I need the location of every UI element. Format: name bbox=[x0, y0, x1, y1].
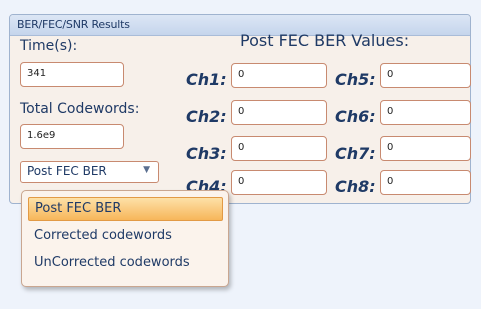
total-codewords-field[interactable]: 1.6e9 bbox=[20, 124, 124, 149]
ch2-field[interactable]: 0 bbox=[231, 100, 327, 125]
time-field[interactable]: 341 bbox=[20, 62, 124, 87]
ch5-field[interactable]: 0 bbox=[380, 63, 471, 88]
ch7-field[interactable]: 0 bbox=[380, 136, 471, 161]
ch6-field[interactable]: 0 bbox=[380, 100, 471, 125]
ch3-label: Ch3: bbox=[186, 144, 227, 163]
ch2-label: Ch2: bbox=[186, 107, 227, 126]
panel-title: BER/FEC/SNR Results bbox=[17, 18, 130, 31]
dropdown-option-post-fec-ber[interactable]: Post FEC BER bbox=[28, 197, 223, 221]
ch1-field[interactable]: 0 bbox=[231, 63, 327, 88]
ch6-label: Ch6: bbox=[335, 107, 376, 126]
chevron-down-icon[interactable]: ▼ bbox=[143, 165, 150, 175]
result-type-dropdown: Post FEC BER Corrected codewords UnCorre… bbox=[21, 190, 229, 287]
ch4-field[interactable]: 0 bbox=[231, 170, 327, 195]
ch1-label: Ch1: bbox=[186, 70, 227, 89]
values-heading: Post FEC BER Values: bbox=[240, 31, 410, 50]
dropdown-option-corrected-codewords[interactable]: Corrected codewords bbox=[28, 225, 223, 249]
ch3-field[interactable]: 0 bbox=[231, 136, 327, 161]
result-type-select-value: Post FEC BER bbox=[27, 164, 107, 178]
ch8-label: Ch8: bbox=[335, 177, 376, 196]
ch7-label: Ch7: bbox=[335, 144, 376, 163]
time-label: Time(s): bbox=[20, 38, 78, 54]
total-codewords-label: Total Codewords: bbox=[20, 101, 140, 117]
result-type-select[interactable]: Post FEC BER ▼ bbox=[20, 161, 159, 183]
ch5-label: Ch5: bbox=[335, 70, 376, 89]
ch8-field[interactable]: 0 bbox=[380, 170, 471, 195]
dropdown-option-uncorrected-codewords[interactable]: UnCorrected codewords bbox=[28, 252, 223, 276]
